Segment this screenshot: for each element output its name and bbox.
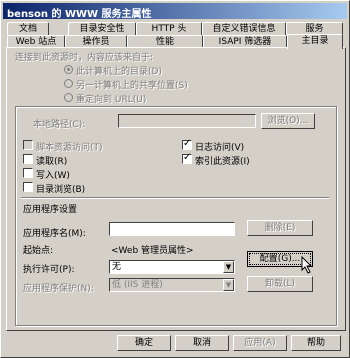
local-path-label: 本地路径(C): <box>33 120 86 130</box>
write-checkbox[interactable] <box>23 168 33 178</box>
radio-network-share-label: 另一计算机上的共享位置(S) <box>76 81 188 91</box>
unload-button[interactable]: 卸载(L) <box>247 276 313 292</box>
read-checkbox[interactable] <box>23 154 33 164</box>
tab-directory-security[interactable]: 目录安全性 <box>68 22 136 35</box>
tab-documents[interactable]: 文档 <box>7 22 49 35</box>
separator <box>21 197 329 199</box>
script-access-label: 脚本资源访问(T) <box>36 143 103 153</box>
index-resource-label: 索引此资源(I) <box>195 157 250 167</box>
radio-redirect-url[interactable] <box>64 93 73 102</box>
exec-permission-select[interactable]: 无 ▼ <box>109 260 235 274</box>
start-point-label: 起始点: <box>23 246 54 256</box>
dir-browse-checkbox[interactable] <box>23 182 33 192</box>
cancel-button[interactable]: 取消 <box>175 335 229 351</box>
tab-home-directory[interactable]: 主目录 <box>287 34 343 49</box>
read-label: 读取(R) <box>36 157 68 167</box>
app-settings-header: 应用程序设置 <box>23 205 78 215</box>
index-resource-checkbox[interactable] <box>182 152 192 164</box>
radio-local-directory[interactable] <box>64 65 73 74</box>
start-point-value: <Web 管理员属性> <box>111 246 194 256</box>
dropdown-arrow-icon[interactable]: ▼ <box>223 261 234 273</box>
log-visits-label: 日志访问(V) <box>195 143 245 153</box>
browse-button[interactable]: 浏览(O)... <box>261 113 315 129</box>
delete-button[interactable]: 删除(E) <box>247 220 313 236</box>
properties-dialog: benson 的 WWW 服务主属性 文档 目录安全性 HTTP 头 自定义错误… <box>0 0 350 358</box>
title-bar: benson 的 WWW 服务主属性 <box>3 3 347 20</box>
script-access-checkbox[interactable] <box>23 140 33 150</box>
radio-network-share[interactable] <box>64 79 73 88</box>
radio-redirect-url-label: 重定向到 URL(U) <box>76 95 147 105</box>
write-label: 写入(W) <box>36 171 70 181</box>
ok-button[interactable]: 确定 <box>117 335 171 351</box>
app-protection-value: 低 (IIS 进程) <box>112 280 163 290</box>
tab-http-headers[interactable]: HTTP 头 <box>136 22 202 35</box>
app-name-label: 应用程序名(M): <box>23 229 86 239</box>
log-visits-checkbox[interactable] <box>182 138 192 150</box>
exec-permission-value: 无 <box>112 262 122 272</box>
radio-local-directory-label: 此计算机上的目录(D) <box>76 67 162 77</box>
dir-browse-label: 目录浏览(B) <box>36 185 86 195</box>
help-button[interactable]: 帮助 <box>291 335 341 351</box>
apply-button[interactable]: 应用(A) <box>233 335 287 351</box>
content-source-label: 连接到此资源时，内容应该来自于: <box>15 53 154 63</box>
local-path-input[interactable] <box>118 114 256 128</box>
exec-permission-label: 执行许可(P): <box>23 265 75 275</box>
mouse-cursor-icon <box>301 256 313 274</box>
app-protection-select[interactable]: 低 (IIS 进程) ▼ <box>109 278 235 292</box>
tab-custom-errors[interactable]: 自定义错误信息 <box>202 22 286 35</box>
app-protection-label: 应用程序保护(N): <box>23 284 94 294</box>
app-name-input[interactable] <box>109 222 235 236</box>
dropdown-arrow-icon[interactable]: ▼ <box>223 279 234 291</box>
window-title: benson 的 WWW 服务主属性 <box>7 9 152 20</box>
